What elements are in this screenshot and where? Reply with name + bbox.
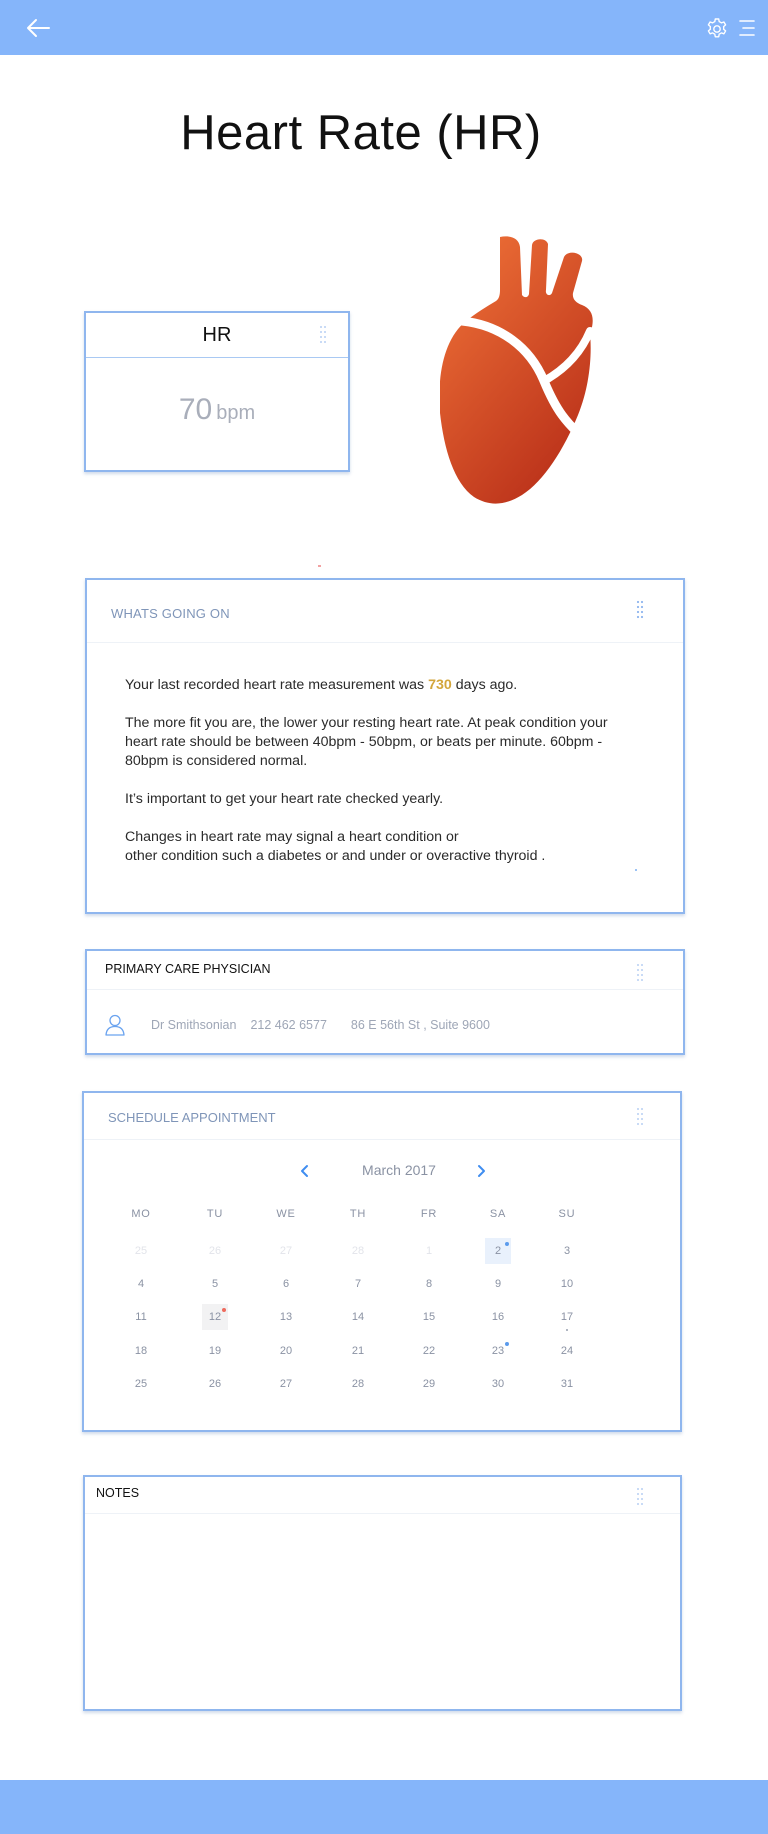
calendar-day[interactable]: 18 xyxy=(121,1338,161,1364)
month-navigation: March 2017 xyxy=(84,1160,680,1184)
weekday-fr: FR xyxy=(420,1208,438,1220)
hr-widget: HR 70 bpm xyxy=(84,311,350,472)
calendar-day[interactable]: 16 xyxy=(478,1304,518,1330)
calendar-day[interactable]: 8 xyxy=(409,1271,449,1297)
calendar-day[interactable]: 13 xyxy=(266,1304,306,1330)
physician-name: Dr Smithsonian xyxy=(151,1018,237,1032)
weekday-th: TH xyxy=(349,1208,367,1220)
bottom-bar xyxy=(0,1780,768,1834)
decorative-dot xyxy=(635,869,637,871)
calendar-day[interactable]: 25 xyxy=(121,1238,161,1264)
calendar-day[interactable]: 11 xyxy=(121,1304,161,1330)
decorative-dot xyxy=(318,565,321,567)
gear-icon[interactable] xyxy=(705,17,729,41)
text-line: Changes in heart rate may signal a heart… xyxy=(125,829,459,845)
hr-widget-label: HR xyxy=(86,313,348,358)
calendar-day[interactable]: 5 xyxy=(195,1271,235,1297)
days-since-value: 730 xyxy=(428,677,452,693)
hr-reading: 70 bpm xyxy=(86,393,348,427)
card-title: SCHEDULE APPOINTMENT xyxy=(108,1110,276,1125)
physician-row[interactable]: Dr Smithsonian 212 462 6577 86 E 56th St… xyxy=(105,1014,490,1036)
text-line: The more fit you are, the lower your res… xyxy=(125,715,608,731)
calendar-day[interactable]: 17 xyxy=(547,1304,587,1330)
user-icon xyxy=(105,1014,125,1036)
fitness-text: The more fit you are, the lower your res… xyxy=(125,714,645,771)
text-segment: Your last recorded heart rate measuremen… xyxy=(125,677,429,693)
calendar-day[interactable]: 24 xyxy=(547,1338,587,1364)
text-line: heart rate should be between 40bpm - 50b… xyxy=(125,734,603,750)
chevron-left-icon[interactable] xyxy=(299,1164,311,1178)
calendar-day[interactable]: 30 xyxy=(478,1371,518,1397)
calendar-day[interactable]: 27 xyxy=(266,1371,306,1397)
hr-value: 70 xyxy=(178,393,213,426)
checkup-text: It’s important to get your heart rate ch… xyxy=(125,791,444,807)
drag-handle-icon[interactable] xyxy=(636,1487,644,1507)
calendar-day[interactable]: 4 xyxy=(121,1271,161,1297)
divider xyxy=(87,642,683,643)
drag-handle-icon[interactable] xyxy=(319,325,327,345)
calendar-day[interactable]: 25 xyxy=(121,1371,161,1397)
event-marker xyxy=(566,1329,568,1331)
calendar-day[interactable]: 27 xyxy=(266,1238,306,1264)
weekday-su: SU xyxy=(558,1208,576,1220)
event-dot-red xyxy=(222,1308,226,1312)
calendar-day[interactable]: 28 xyxy=(338,1238,378,1264)
heart-organ-icon xyxy=(439,235,630,511)
text-segment: days ago. xyxy=(451,677,518,693)
primary-care-card: PRIMARY CARE PHYSICIAN Dr Smithsonian 21… xyxy=(85,949,685,1055)
whats-going-on-card: WHATS GOING ON Your last recorded heart … xyxy=(85,578,685,914)
top-bar xyxy=(0,0,768,55)
physician-phone[interactable]: 212 462 6577 xyxy=(250,1018,326,1032)
calendar-day[interactable]: 29 xyxy=(409,1371,449,1397)
calendar-day[interactable]: 28 xyxy=(338,1371,378,1397)
page-title: Heart Rate (HR) xyxy=(180,106,542,160)
calendar-day[interactable]: 21 xyxy=(338,1338,378,1364)
weekday-mo: MO xyxy=(131,1208,151,1220)
arrow-left-icon[interactable] xyxy=(24,16,52,40)
calendar-day[interactable]: 10 xyxy=(547,1271,587,1297)
weekday-sa: SA xyxy=(489,1208,507,1220)
calendar-day[interactable]: 6 xyxy=(266,1271,306,1297)
calendar-day[interactable]: 26 xyxy=(195,1371,235,1397)
card-title: NOTES xyxy=(96,1486,140,1500)
calendar-day[interactable]: 15 xyxy=(409,1304,449,1330)
calendar-day[interactable]: 26 xyxy=(195,1238,235,1264)
hamburger-menu-icon[interactable] xyxy=(738,19,756,37)
divider xyxy=(84,1139,680,1140)
event-dot-blue xyxy=(505,1342,509,1346)
calendar-day[interactable]: 14 xyxy=(338,1304,378,1330)
hr-unit: bpm xyxy=(216,402,256,424)
divider xyxy=(87,989,683,990)
signal-text: Changes in heart rate may signal a heart… xyxy=(125,828,645,866)
calendar-day[interactable]: 20 xyxy=(266,1338,306,1364)
calendar-day[interactable]: 31 xyxy=(547,1371,587,1397)
chevron-right-icon[interactable] xyxy=(475,1164,487,1178)
notes-input[interactable] xyxy=(85,1514,680,1709)
event-dot-blue xyxy=(505,1242,509,1246)
drag-handle-icon[interactable] xyxy=(636,1107,644,1127)
drag-handle-icon[interactable] xyxy=(636,600,644,620)
drag-handle-icon[interactable] xyxy=(636,963,644,983)
calendar-day[interactable]: 1 xyxy=(409,1238,449,1264)
month-label: March 2017 xyxy=(362,1162,436,1178)
text-line: 80bpm is considered normal. xyxy=(125,753,308,769)
calendar-day[interactable]: 19 xyxy=(195,1338,235,1364)
info-text: Your last recorded heart rate measuremen… xyxy=(125,676,645,885)
card-title: PRIMARY CARE PHYSICIAN xyxy=(105,962,271,976)
weekday-we: WE xyxy=(276,1208,296,1220)
physician-address: 86 E 56th St , Suite 9600 xyxy=(350,1018,490,1032)
calendar-day[interactable]: 7 xyxy=(338,1271,378,1297)
text-line: other condition such a diabetes or and u… xyxy=(125,848,546,864)
schedule-appointment-card: SCHEDULE APPOINTMENT March 2017 MO TU WE TH… xyxy=(82,1091,682,1432)
notes-card: NOTES xyxy=(83,1475,682,1711)
calendar-day[interactable]: 23 xyxy=(478,1338,518,1364)
calendar-day[interactable]: 22 xyxy=(409,1338,449,1364)
calendar-day[interactable]: 9 xyxy=(478,1271,518,1297)
calendar-day[interactable]: 3 xyxy=(547,1238,587,1264)
weekday-tu: TU xyxy=(206,1208,224,1220)
card-title: WHATS GOING ON xyxy=(111,606,230,621)
last-measurement-text: Your last recorded heart rate measuremen… xyxy=(125,676,645,695)
